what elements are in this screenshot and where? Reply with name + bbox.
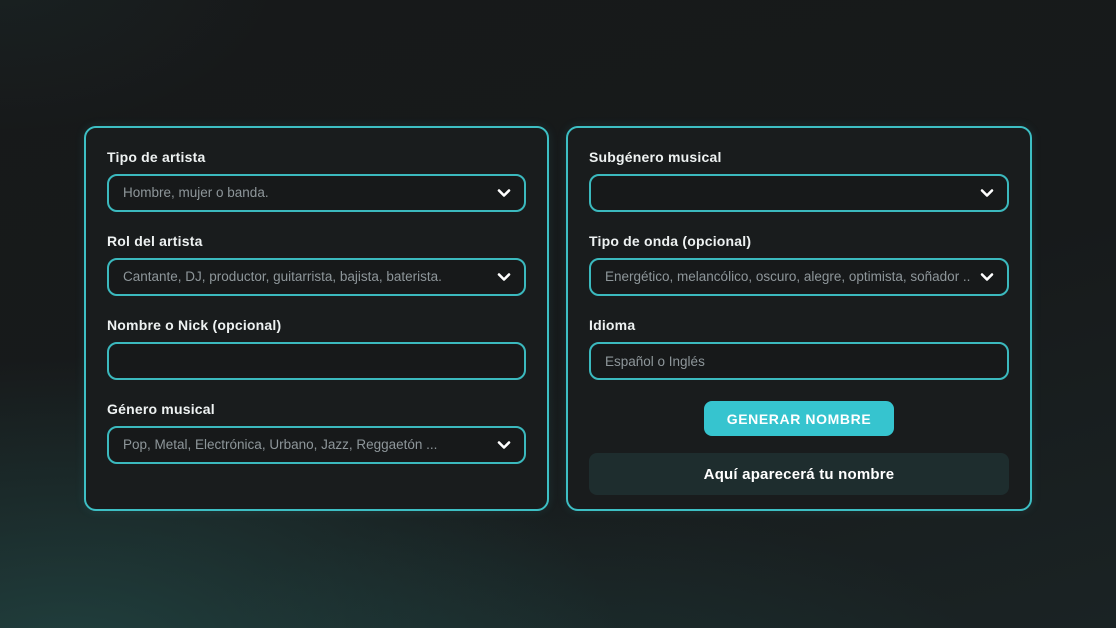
artist-info-panel: Tipo de artista Hombre, mujer o banda. R… bbox=[84, 126, 549, 511]
field-group-idioma: Idioma bbox=[589, 317, 1009, 380]
select-placeholder: Hombre, mujer o banda. bbox=[123, 186, 488, 200]
select-tipo-de-onda[interactable]: Energético, melancólico, oscuro, alegre,… bbox=[589, 258, 1009, 296]
field-label-tipo-de-artista: Tipo de artista bbox=[107, 149, 526, 166]
idioma-input[interactable] bbox=[589, 342, 1009, 380]
field-group-nombre-nick: Nombre o Nick (opcional) bbox=[107, 317, 526, 380]
field-label-idioma: Idioma bbox=[589, 317, 1009, 334]
generator-panel: Subgénero musical Tipo de onda (opcional… bbox=[566, 126, 1032, 511]
chevron-down-icon bbox=[979, 185, 995, 201]
select-placeholder: Energético, melancólico, oscuro, alegre,… bbox=[605, 270, 971, 284]
select-tipo-de-artista[interactable]: Hombre, mujer o banda. bbox=[107, 174, 526, 212]
select-placeholder: Cantante, DJ, productor, guitarrista, ba… bbox=[123, 270, 488, 284]
field-label-rol-del-artista: Rol del artista bbox=[107, 233, 526, 250]
field-label-subgenero-musical: Subgénero musical bbox=[589, 149, 1009, 166]
chevron-down-icon bbox=[496, 185, 512, 201]
chevron-down-icon bbox=[979, 269, 995, 285]
chevron-down-icon bbox=[496, 269, 512, 285]
field-group-tipo-de-artista: Tipo de artista Hombre, mujer o banda. bbox=[107, 149, 526, 212]
select-rol-del-artista[interactable]: Cantante, DJ, productor, guitarrista, ba… bbox=[107, 258, 526, 296]
field-group-genero-musical: Género musical Pop, Metal, Electrónica, … bbox=[107, 401, 526, 464]
result-name-box: Aquí aparecerá tu nombre bbox=[589, 453, 1009, 495]
field-group-tipo-de-onda: Tipo de onda (opcional) Energético, mela… bbox=[589, 233, 1009, 296]
chevron-down-icon bbox=[496, 437, 512, 453]
field-label-genero-musical: Género musical bbox=[107, 401, 526, 418]
select-placeholder: Pop, Metal, Electrónica, Urbano, Jazz, R… bbox=[123, 438, 488, 452]
field-group-subgenero-musical: Subgénero musical bbox=[589, 149, 1009, 212]
generate-button-row: GENERAR NOMBRE bbox=[589, 401, 1009, 436]
select-genero-musical[interactable]: Pop, Metal, Electrónica, Urbano, Jazz, R… bbox=[107, 426, 526, 464]
generar-nombre-button[interactable]: GENERAR NOMBRE bbox=[704, 401, 895, 436]
field-label-tipo-de-onda: Tipo de onda (opcional) bbox=[589, 233, 1009, 250]
field-group-rol-del-artista: Rol del artista Cantante, DJ, productor,… bbox=[107, 233, 526, 296]
nombre-nick-input[interactable] bbox=[107, 342, 526, 380]
field-label-nombre-nick: Nombre o Nick (opcional) bbox=[107, 317, 526, 334]
select-subgenero-musical[interactable] bbox=[589, 174, 1009, 212]
